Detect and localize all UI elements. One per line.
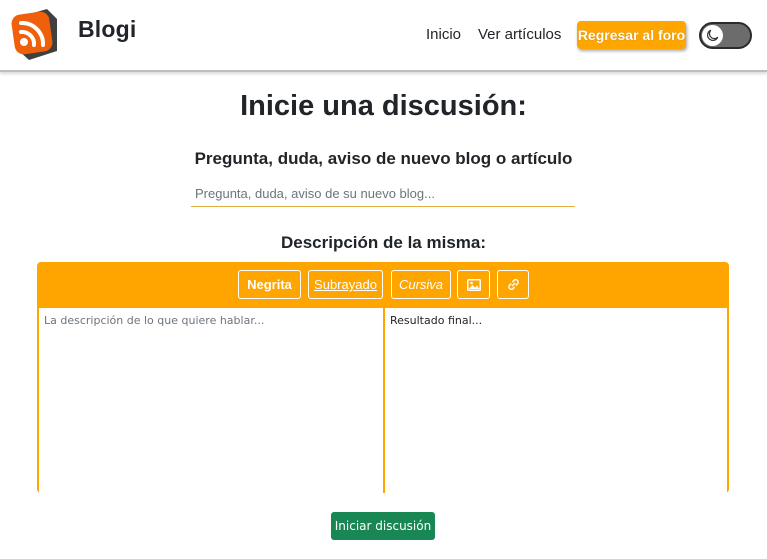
- description-label: Descripción de la misma:: [280, 233, 487, 252]
- link-icon: [507, 279, 519, 290]
- navbar: Blogi Inicio Ver artículos Regresar al f…: [0, 0, 767, 72]
- underline-button[interactable]: Subrayado: [308, 270, 383, 299]
- preview-text: Resultado final...: [390, 314, 483, 327]
- nav-link-ver-articulos[interactable]: Ver artículos: [478, 26, 561, 43]
- preview-pane: Resultado final...: [385, 308, 727, 493]
- theme-toggle[interactable]: [699, 22, 752, 49]
- start-discussion-button[interactable]: Iniciar discusión: [331, 512, 435, 540]
- image-icon: [466, 278, 481, 291]
- italic-button[interactable]: Cursiva: [391, 270, 451, 299]
- return-to-forum-button[interactable]: Regresar al foro: [577, 21, 686, 49]
- question-input[interactable]: [191, 181, 575, 207]
- brand-name[interactable]: Blogi: [78, 16, 137, 43]
- nav-link-inicio[interactable]: Inicio: [426, 26, 461, 43]
- page-title: Inicie una discusión:: [240, 90, 527, 122]
- toggle-knob: [702, 25, 723, 46]
- bold-button[interactable]: Negrita: [238, 270, 301, 299]
- moon-icon: [707, 29, 719, 41]
- markdown-editor: Negrita Subrayado Cursiva Resultado fina…: [37, 262, 729, 493]
- insert-link-button[interactable]: [497, 270, 529, 299]
- editor-toolbar: Negrita Subrayado Cursiva: [39, 264, 727, 308]
- question-label: Pregunta, duda, aviso de nuevo blog o ar…: [194, 149, 573, 168]
- rss-logo-icon[interactable]: [11, 7, 58, 62]
- editor-input-pane: [39, 308, 383, 493]
- insert-image-button[interactable]: [457, 270, 490, 299]
- description-textarea[interactable]: [39, 308, 383, 493]
